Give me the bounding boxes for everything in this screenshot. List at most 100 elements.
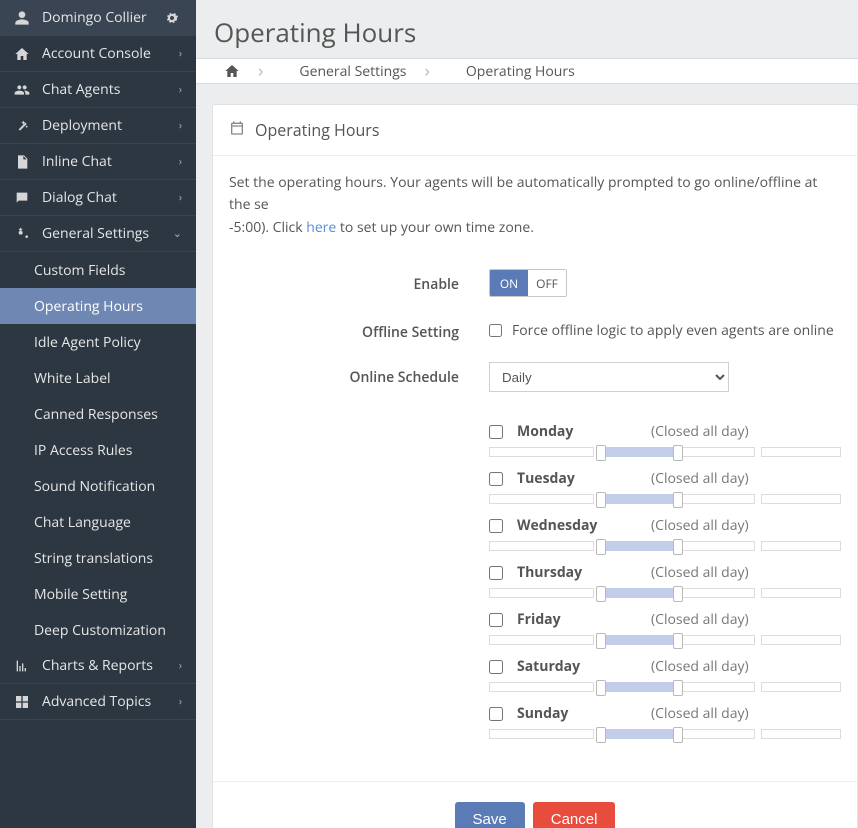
day-row-saturday: Saturday (Closed all day) — [489, 657, 841, 676]
sidebar-sub-chat-language[interactable]: Chat Language — [0, 504, 196, 540]
sidebar-sub-idle-agent-policy[interactable]: Idle Agent Policy — [0, 324, 196, 360]
slider-handle-end[interactable] — [673, 633, 683, 649]
breadcrumb-home[interactable] — [206, 59, 281, 83]
users-icon — [14, 82, 32, 98]
day-checkbox-sunday[interactable] — [489, 707, 503, 721]
slider-handle-end[interactable] — [673, 586, 683, 602]
wand-icon — [14, 118, 32, 134]
sidebar-item-dialog-chat[interactable]: Dialog Chat› — [0, 180, 196, 216]
day-checkbox-thursday[interactable] — [489, 566, 503, 580]
day-slider-wednesday[interactable] — [489, 539, 841, 553]
day-slider-saturday[interactable] — [489, 680, 841, 694]
slider-handle-end[interactable] — [673, 680, 683, 696]
breadcrumb-seg-1[interactable]: General Settings — [281, 59, 447, 83]
panel-header: Operating Hours — [213, 105, 857, 156]
day-name: Monday — [517, 422, 637, 441]
sidebar-item-deployment[interactable]: Deployment› — [0, 108, 196, 144]
home-icon — [14, 46, 32, 62]
sidebar: Domingo Collier Account Console›Chat Age… — [0, 0, 196, 828]
sidebar-item-label: Account Console — [42, 44, 179, 63]
toggle-on[interactable]: ON — [490, 270, 528, 296]
save-button[interactable]: Save — [455, 802, 525, 828]
day-name: Sunday — [517, 704, 637, 723]
sidebar-sub-operating-hours[interactable]: Operating Hours — [0, 288, 196, 324]
checkbox-offline[interactable] — [489, 324, 502, 337]
sidebar-item-account-console[interactable]: Account Console› — [0, 36, 196, 72]
main-content: Operating Hours General Settings Operati… — [196, 0, 858, 828]
sidebar-item-label: Charts & Reports — [42, 656, 179, 675]
sidebar-item-general-settings[interactable]: General Settings⌄ — [0, 216, 196, 252]
gear-icon[interactable] — [164, 10, 182, 26]
slider-handle-start[interactable] — [596, 492, 606, 508]
intro-text: Set the operating hours. Your agents wil… — [229, 172, 841, 239]
day-row-monday: Monday(Closed all day) — [489, 422, 841, 441]
chart-icon — [14, 658, 32, 674]
page-title: Operating Hours — [196, 0, 858, 58]
sidebar-sub-mobile-setting[interactable]: Mobile Setting — [0, 576, 196, 612]
day-checkbox-saturday[interactable] — [489, 660, 503, 674]
chevron-right-icon: › — [179, 658, 182, 673]
sidebar-item-label: Dialog Chat — [42, 188, 179, 207]
slider-handle-end[interactable] — [673, 727, 683, 743]
day-name: Thursday — [517, 563, 637, 582]
day-status: (Closed all day) — [651, 516, 749, 535]
user-icon — [14, 10, 32, 26]
breadcrumb-seg-2[interactable]: Operating Hours — [448, 59, 611, 83]
chevron-right-icon: › — [179, 694, 182, 709]
sidebar-item-label: Inline Chat — [42, 152, 179, 171]
toggle-enable[interactable]: ON OFF — [489, 269, 567, 297]
sidebar-sub-custom-fields[interactable]: Custom Fields — [0, 252, 196, 288]
sidebar-item-charts-&-reports[interactable]: Charts & Reports› — [0, 648, 196, 684]
panel-operating-hours: Operating Hours Set the operating hours.… — [212, 104, 858, 828]
day-slider-friday[interactable] — [489, 633, 841, 647]
day-row-friday: Friday(Closed all day) — [489, 610, 841, 629]
doc-icon — [14, 154, 32, 170]
sidebar-sub-string-translations[interactable]: String translations — [0, 540, 196, 576]
day-row-sunday: Sunday(Closed all day) — [489, 704, 841, 723]
sidebar-item-label: Advanced Topics — [42, 692, 179, 711]
day-checkbox-friday[interactable] — [489, 613, 503, 627]
slider-handle-start[interactable] — [596, 680, 606, 696]
offline-text: Force offline logic to apply even agents… — [512, 321, 834, 340]
sidebar-user[interactable]: Domingo Collier — [0, 0, 196, 36]
timezone-link[interactable]: here — [306, 218, 336, 237]
day-slider-monday[interactable] — [489, 445, 841, 459]
chevron-right-icon: › — [179, 154, 182, 169]
sidebar-sub-white-label[interactable]: White Label — [0, 360, 196, 396]
sidebar-user-name: Domingo Collier — [42, 8, 164, 27]
label-enable: Enable — [229, 269, 489, 294]
day-checkbox-tuesday[interactable] — [489, 472, 503, 486]
sidebar-sub-deep-customization[interactable]: Deep Customization — [0, 612, 196, 648]
sidebar-sub-ip-access-rules[interactable]: IP Access Rules — [0, 432, 196, 468]
day-slider-sunday[interactable] — [489, 727, 841, 741]
day-name: Wednesday — [517, 516, 637, 535]
sidebar-sub-canned-responses[interactable]: Canned Responses — [0, 396, 196, 432]
slider-handle-end[interactable] — [673, 445, 683, 461]
day-status: (Closed all day) — [651, 469, 749, 488]
slider-handle-end[interactable] — [673, 492, 683, 508]
slider-handle-start[interactable] — [596, 727, 606, 743]
day-checkbox-monday[interactable] — [489, 425, 503, 439]
label-offline: Offline Setting — [229, 317, 489, 342]
toggle-off[interactable]: OFF — [528, 270, 566, 296]
slider-handle-start[interactable] — [596, 445, 606, 461]
sidebar-sub-sound-notification[interactable]: Sound Notification — [0, 468, 196, 504]
day-slider-tuesday[interactable] — [489, 492, 841, 506]
slider-handle-start[interactable] — [596, 586, 606, 602]
chevron-right-icon: › — [179, 46, 182, 61]
cancel-button[interactable]: Cancel — [533, 802, 616, 828]
sidebar-item-chat-agents[interactable]: Chat Agents› — [0, 72, 196, 108]
slider-handle-end[interactable] — [673, 539, 683, 555]
day-row-wednesday: Wednesday (Closed all day) — [489, 516, 841, 535]
day-slider-thursday[interactable] — [489, 586, 841, 600]
sidebar-item-inline-chat[interactable]: Inline Chat› — [0, 144, 196, 180]
day-checkbox-wednesday[interactable] — [489, 519, 503, 533]
day-status: (Closed all day) — [651, 657, 749, 676]
gears-icon — [14, 226, 32, 242]
slider-handle-start[interactable] — [596, 633, 606, 649]
slider-handle-start[interactable] — [596, 539, 606, 555]
sidebar-item-label: Deployment — [42, 116, 179, 135]
select-schedule[interactable]: Daily — [489, 362, 729, 392]
sidebar-item-advanced-topics[interactable]: Advanced Topics› — [0, 684, 196, 720]
day-name: Saturday — [517, 657, 637, 676]
